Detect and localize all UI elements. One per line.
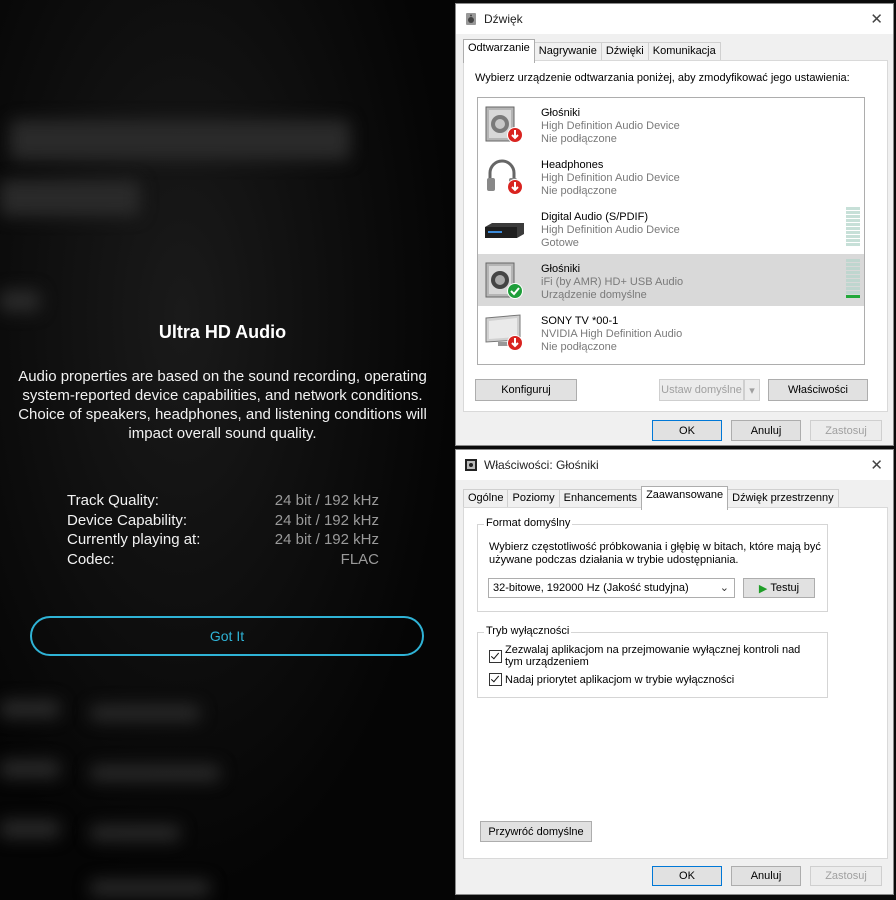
blurred-background-text (90, 825, 180, 841)
spec-row: Device Capability: 24 bit / 192 kHz (67, 512, 379, 532)
device-name: Digital Audio (S/PDIF) (541, 211, 648, 223)
chevron-down-icon: ▾ (749, 384, 755, 397)
tab-levels[interactable]: Poziomy (507, 489, 560, 509)
tab-recording[interactable]: Nagrywanie (533, 42, 602, 62)
got-it-button[interactable]: Got It (30, 616, 424, 656)
properties-dialog-title: Właściwości: Głośniki (484, 458, 599, 472)
close-icon[interactable]: ✕ (870, 456, 883, 474)
blurred-background-text (10, 120, 350, 160)
spec-label: Codec: (67, 550, 115, 568)
allow-exclusive-checkbox[interactable] (489, 650, 502, 663)
device-row[interactable]: SONY TV *00-1 NVIDIA High Definition Aud… (478, 306, 864, 358)
speaker-app-icon (465, 459, 477, 471)
digital-audio-device-icon (485, 223, 524, 238)
blurred-background-text (0, 760, 60, 778)
headphones-icon (487, 159, 523, 195)
device-driver: High Definition Audio Device (541, 172, 680, 184)
blurred-background-text (0, 700, 60, 718)
spec-value: 24 bit / 192 kHz (274, 492, 379, 509)
apply-button: Zastosuj (810, 866, 882, 886)
spec-row: Codec: FLAC (67, 551, 379, 571)
speaker-icon (485, 262, 523, 299)
device-driver: NVIDIA High Definition Audio (541, 328, 683, 340)
device-status: Nie podłączone (541, 133, 617, 145)
sample-rate-select[interactable]: 32-bitowe, 192000 Hz (Jakość studyjna) ⌄ (488, 578, 735, 598)
overlay-title: Ultra HD Audio (158, 322, 287, 342)
blurred-background-text (90, 765, 220, 781)
spec-label: Device Capability: (67, 511, 188, 529)
priority-exclusive-label: Nadaj priorytet aplikacjom w trybie wyłą… (505, 674, 735, 686)
exclusive-mode-legend: Tryb wyłączności (484, 625, 572, 637)
set-default-dropdown: ▾ (744, 379, 760, 401)
tab-general[interactable]: Ogólne (463, 489, 509, 509)
audio-specs: Track Quality: 24 bit / 192 kHz Device Ca… (67, 492, 379, 570)
blurred-background-text (0, 820, 60, 838)
spec-row: Currently playing at: 24 bit / 192 kHz (67, 531, 379, 551)
device-driver: iFi (by AMR) HD+ USB Audio (541, 276, 684, 288)
device-status: Gotowe (541, 237, 579, 249)
device-status: Nie podłączone (541, 185, 617, 197)
ok-button[interactable]: OK (652, 866, 722, 886)
device-name: Headphones (541, 159, 604, 171)
playback-instruction: Wybierz urządzenie odtwarzania poniżej, … (475, 72, 850, 84)
spec-label: Currently playing at: (67, 531, 201, 548)
sound-dialog-title: Dźwięk (484, 12, 523, 26)
ok-button[interactable]: OK (652, 420, 722, 441)
set-default-button: Ustaw domyślne (659, 379, 744, 401)
tv-monitor-icon (485, 314, 523, 351)
sound-dialog-titlebar: Dźwięk ✕ (456, 4, 893, 34)
default-format-description: Wybierz częstotliwość próbkowania i głęb… (489, 541, 821, 566)
tab-advanced[interactable]: Zaawansowane (641, 486, 729, 510)
spec-label: Track Quality: (67, 492, 159, 509)
apply-button: Zastosuj (810, 420, 882, 441)
tab-enhancements[interactable]: Enhancements (558, 489, 643, 509)
playback-device-list[interactable]: Głośniki High Definition Audio Device Ni… (477, 97, 865, 365)
cancel-button[interactable]: Anuluj (731, 866, 801, 886)
device-row[interactable]: Głośniki High Definition Audio Device Ni… (478, 98, 864, 150)
spec-value: FLAC (340, 550, 379, 568)
volume-meter (846, 259, 860, 301)
device-row[interactable]: Headphones High Definition Audio Device … (478, 150, 864, 202)
tab-playback[interactable]: Odtwarzanie (463, 39, 535, 63)
configure-button[interactable]: Konfiguruj (475, 379, 577, 401)
restore-defaults-button[interactable]: Przywróć domyślne (480, 821, 592, 842)
device-name: SONY TV *00-1 (541, 315, 619, 327)
default-format-group: Format domyślny (477, 517, 828, 612)
device-driver: High Definition Audio Device (541, 120, 680, 132)
play-icon: ▶ (758, 582, 768, 595)
device-status: Urządzenie domyślne (541, 289, 647, 301)
priority-exclusive-checkbox[interactable] (489, 673, 502, 686)
tab-communications[interactable]: Komunikacja (647, 42, 721, 62)
cancel-button[interactable]: Anuluj (731, 420, 801, 441)
device-status: Nie podłączone (541, 341, 617, 353)
tab-sounds[interactable]: Dźwięki (600, 42, 649, 62)
device-row-selected[interactable]: Głośniki iFi (by AMR) HD+ USB Audio Urzą… (478, 254, 864, 306)
ultra-hd-audio-overlay: Ultra HD Audio Audio properties are base… (0, 0, 455, 900)
test-button-label: Testuj (770, 582, 800, 594)
blurred-background-text (90, 880, 210, 896)
device-name: Głośniki (541, 263, 581, 275)
spec-row: Track Quality: 24 bit / 192 kHz (67, 492, 379, 512)
device-driver: High Definition Audio Device (541, 224, 680, 236)
spec-value: 24 bit / 192 kHz (274, 531, 379, 548)
sample-rate-value: 32-bitowe, 192000 Hz (Jakość studyjna) (493, 582, 689, 594)
properties-dialog-titlebar: Właściwości: Głośniki ✕ (456, 450, 893, 480)
device-name: Głośniki (541, 107, 581, 119)
chevron-down-icon: ⌄ (719, 582, 729, 594)
default-format-legend: Format domyślny (484, 517, 573, 529)
speaker-app-icon (466, 13, 476, 25)
allow-exclusive-label: Zezwalaj aplikacjom na przejmowanie wyłą… (505, 644, 801, 668)
test-button[interactable]: ▶ Testuj (743, 578, 815, 598)
blurred-background-text (90, 705, 200, 721)
device-row[interactable]: Digital Audio (S/PDIF) High Definition A… (478, 202, 864, 254)
overlay-description: Audio properties are based on the sound … (18, 368, 427, 442)
properties-button[interactable]: Właściwości (768, 379, 868, 401)
blurred-background-text (0, 290, 40, 312)
blurred-background-text (0, 180, 140, 216)
close-icon[interactable]: ✕ (870, 10, 883, 28)
spec-value: 24 bit / 192 kHz (274, 511, 379, 529)
speaker-icon (485, 106, 523, 143)
tab-spatial-sound[interactable]: Dźwięk przestrzenny (727, 489, 839, 509)
volume-meter (846, 207, 860, 249)
